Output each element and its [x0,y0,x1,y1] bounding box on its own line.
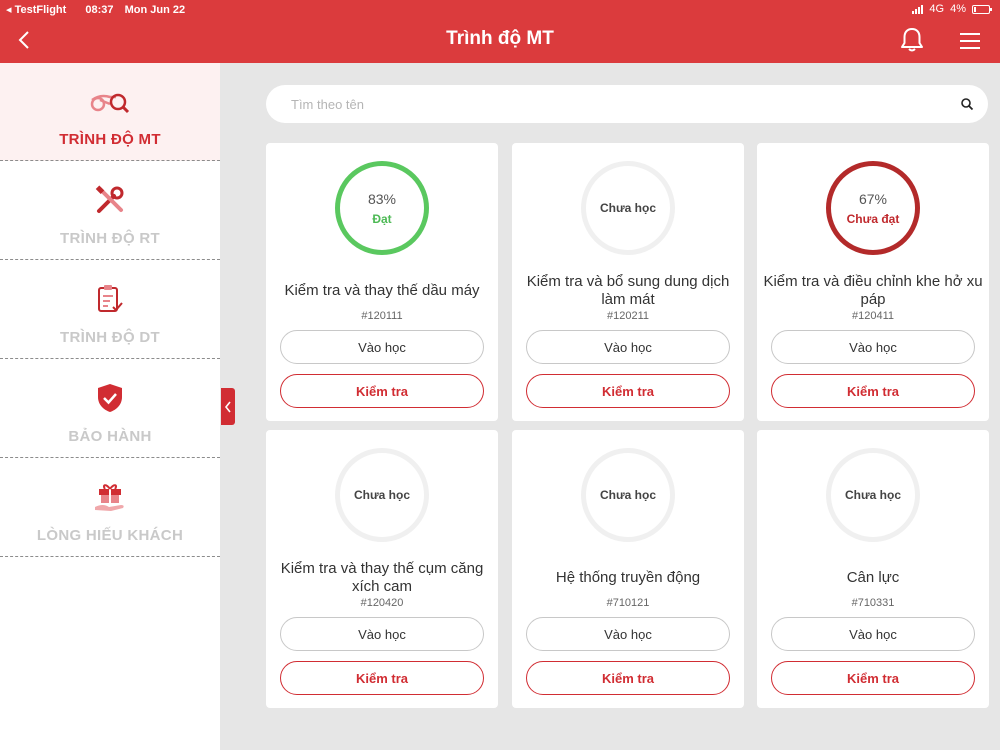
progress-ring: Chưa học [826,448,920,542]
progress-status: Chưa học [599,201,657,215]
learn-button[interactable]: Vào học [526,330,730,364]
learn-button[interactable]: Vào học [771,617,975,651]
sidebar-item-label: TRÌNH ĐỘ DT [60,329,160,346]
test-button[interactable]: Kiểm tra [526,374,730,408]
progress-ring: Chưa học [335,448,429,542]
battery-icon [972,4,992,14]
course-title: Kiểm tra và thay thế cụm căng xích cam [280,560,484,595]
test-button[interactable]: Kiểm tra [771,661,975,695]
learn-button[interactable]: Vào học [771,330,975,364]
progress-ring: Chưa học [581,161,675,255]
course-card: 67% Chưa đạt Kiểm tra và điều chỉnh khe … [757,143,989,421]
shield-check-icon [95,382,125,414]
course-code: #710121 [606,597,650,609]
progress-ring: 83% Đạt [335,161,429,255]
search-icon[interactable] [960,97,974,111]
sidebar: TRÌNH ĐỘ MT TRÌNH ĐỘ RT TRÌNH ĐỘ DT BẢO … [0,63,220,750]
status-network: 4G [929,3,945,15]
course-code: #120411 [851,310,894,322]
test-button[interactable]: Kiểm tra [526,661,730,695]
status-bar: ◂ TestFlight 08:37 Mon Jun 22 4G 4% [0,2,1000,18]
course-card: Chưa học Kiểm tra và thay thế cụm căng x… [266,430,498,708]
back-button[interactable] [12,26,36,54]
sidebar-collapse-button[interactable] [221,388,235,425]
search-bar [266,85,988,123]
back-to-app-link[interactable]: ◂ TestFlight [6,4,74,16]
progress-status: Chưa học [599,488,657,502]
sidebar-item-warranty[interactable]: BẢO HÀNH [0,360,220,458]
wrench-screwdriver-icon [94,184,126,216]
motorbike-search-icon [88,85,132,117]
sidebar-item-rt[interactable]: TRÌNH ĐỘ RT [0,162,220,260]
course-code: #120211 [606,310,649,322]
status-battery: 4% [950,3,966,15]
sidebar-item-label: TRÌNH ĐỘ RT [60,230,160,247]
course-title: Kiểm tra và điều chỉnh khe hở xu páp [763,273,983,308]
bell-icon [901,28,923,52]
learn-button[interactable]: Vào học [280,330,484,364]
test-button[interactable]: Kiểm tra [771,374,975,408]
course-code: #120420 [360,597,404,609]
progress-status: Chưa học [353,488,411,502]
course-title: Kiểm tra và bổ sung dung dịch làm mát [526,273,730,308]
course-code: #710331 [851,597,895,609]
test-button[interactable]: Kiểm tra [280,661,484,695]
sidebar-item-mt[interactable]: TRÌNH ĐỘ MT [0,63,220,161]
course-card: 83% Đạt Kiểm tra và thay thế dầu máy #12… [266,143,498,421]
progress-ring: 67% Chưa đạt [826,161,920,255]
course-card: Chưa học Cân lực #710331 Vào học Kiểm tr… [757,430,989,708]
course-title: Kiểm tra và thay thế dầu máy [284,282,480,299]
sidebar-item-dt[interactable]: TRÌNH ĐỘ DT [0,261,220,359]
sidebar-item-hospitality[interactable]: LÒNG HIẾU KHÁCH [0,459,220,557]
signal-icon [912,4,924,14]
learn-button[interactable]: Vào học [280,617,484,651]
progress-status: Chưa đạt [846,211,900,226]
course-code: #120111 [361,310,403,322]
learn-button[interactable]: Vào học [526,617,730,651]
chevron-left-icon [224,401,231,412]
gift-hand-icon [93,481,127,513]
progress-percent: 83% [367,190,397,207]
app-header: ◂ TestFlight 08:37 Mon Jun 22 4G 4% Trìn… [0,0,1000,63]
test-button[interactable]: Kiểm tra [280,374,484,408]
sidebar-item-label: TRÌNH ĐỘ MT [59,131,161,148]
chevron-left-icon [18,31,29,49]
page-title: Trình độ MT [446,28,554,49]
clipboard-check-icon [94,283,126,315]
course-card: Chưa học Kiểm tra và bổ sung dung dịch l… [512,143,744,421]
sidebar-item-label: LÒNG HIẾU KHÁCH [36,527,184,544]
notification-button[interactable] [898,26,926,54]
status-date: Mon Jun 22 [124,4,186,16]
sidebar-item-label: BẢO HÀNH [68,428,152,445]
progress-percent: 67% [858,190,888,207]
status-app-name: TestFlight [14,4,67,16]
course-title: Hệ thống truyền động [555,569,701,586]
course-card: Chưa học Hệ thống truyền động #710121 Và… [512,430,744,708]
progress-ring: Chưa học [581,448,675,542]
course-title: Cân lực [846,569,900,586]
progress-status: Chưa học [844,488,902,502]
search-input[interactable] [291,94,931,114]
progress-status: Đạt [372,211,392,226]
hamburger-icon [960,33,980,49]
menu-button[interactable] [956,28,984,54]
status-time: 08:37 [85,4,114,16]
